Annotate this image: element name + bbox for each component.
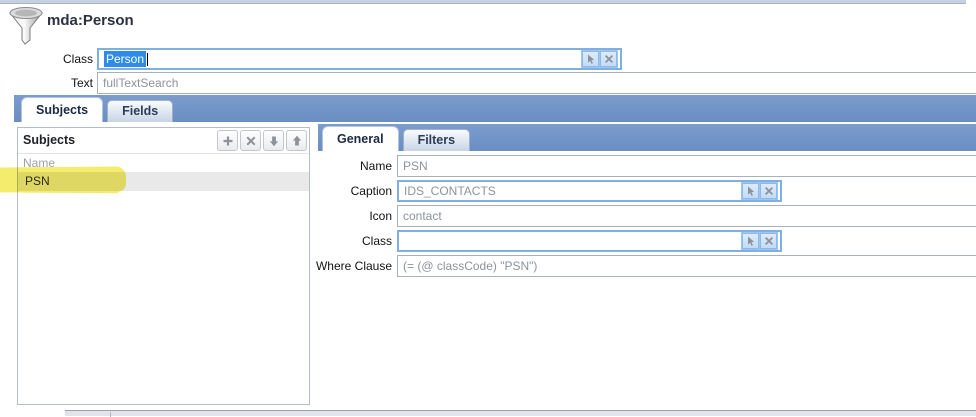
- clear-x-icon: [603, 53, 615, 65]
- add-subject-button[interactable]: [217, 130, 238, 151]
- clear-x-icon: [763, 185, 775, 197]
- class-field-picker-group: [581, 50, 618, 68]
- x-icon: [245, 135, 257, 147]
- class-detail-clear-button[interactable]: [760, 233, 777, 249]
- move-up-button[interactable]: [286, 130, 307, 151]
- caption-select-reference-button[interactable]: [742, 183, 759, 199]
- subjects-panel-header: Subjects: [18, 128, 309, 154]
- tab-general[interactable]: General: [323, 127, 398, 151]
- text-field[interactable]: [97, 72, 976, 94]
- page-title: mda:Person: [47, 12, 134, 29]
- tab-subjects[interactable]: Subjects: [22, 98, 102, 122]
- icon-field[interactable]: [397, 205, 976, 227]
- tab-filters[interactable]: Filters: [403, 129, 471, 151]
- text-field-label: Text: [20, 72, 93, 94]
- move-down-button[interactable]: [263, 130, 284, 151]
- cursor-arrow-icon: [585, 53, 597, 65]
- funnel-icon: [8, 5, 44, 45]
- text-caret: [147, 53, 148, 66]
- clear-x-icon: [763, 235, 775, 247]
- top-edge-bar: [0, 0, 966, 4]
- where-clause-field[interactable]: [397, 255, 976, 277]
- subjects-toolbar: [217, 130, 307, 151]
- cursor-arrow-icon: [745, 185, 757, 197]
- name-field-label: Name: [302, 155, 392, 177]
- select-reference-button[interactable]: [582, 51, 599, 67]
- caption-clear-button[interactable]: [760, 183, 777, 199]
- subjects-panel: Subjects Name PSN: [17, 127, 310, 405]
- class-field-label: Class: [20, 48, 93, 70]
- caption-field-value: IDS_CONTACTS: [404, 184, 496, 198]
- column-header-name[interactable]: Name: [18, 155, 309, 172]
- detail-tab-strip: General Filters: [318, 124, 976, 151]
- class-detail-select-reference-button[interactable]: [742, 233, 759, 249]
- arrow-down-icon: [268, 135, 280, 147]
- class-detail-picker-group: [741, 232, 778, 250]
- caption-picker-group: [741, 182, 778, 200]
- subject-row-psn[interactable]: PSN: [18, 172, 309, 191]
- cursor-arrow-icon: [745, 235, 757, 247]
- where-clause-field-label: Where Clause: [302, 255, 392, 277]
- caption-field[interactable]: IDS_CONTACTS: [397, 180, 782, 202]
- arrow-up-icon: [291, 135, 303, 147]
- remove-subject-button[interactable]: [240, 130, 261, 151]
- class-field-selected-text: Person: [104, 51, 146, 67]
- clear-value-button[interactable]: [600, 51, 617, 67]
- class-detail-field-label: Class: [302, 230, 392, 252]
- name-field[interactable]: [397, 155, 976, 177]
- bottom-panel-divider: [110, 412, 111, 417]
- class-detail-field[interactable]: [397, 230, 782, 252]
- plus-icon: [222, 135, 234, 147]
- subjects-panel-title: Subjects: [23, 133, 75, 147]
- main-tab-strip: Subjects Fields: [14, 95, 976, 122]
- tab-fields[interactable]: Fields: [107, 100, 173, 122]
- class-field[interactable]: Person: [97, 48, 622, 70]
- icon-field-label: Icon: [302, 205, 392, 227]
- caption-field-label: Caption: [302, 180, 392, 202]
- bottom-panel-edge: [65, 410, 976, 416]
